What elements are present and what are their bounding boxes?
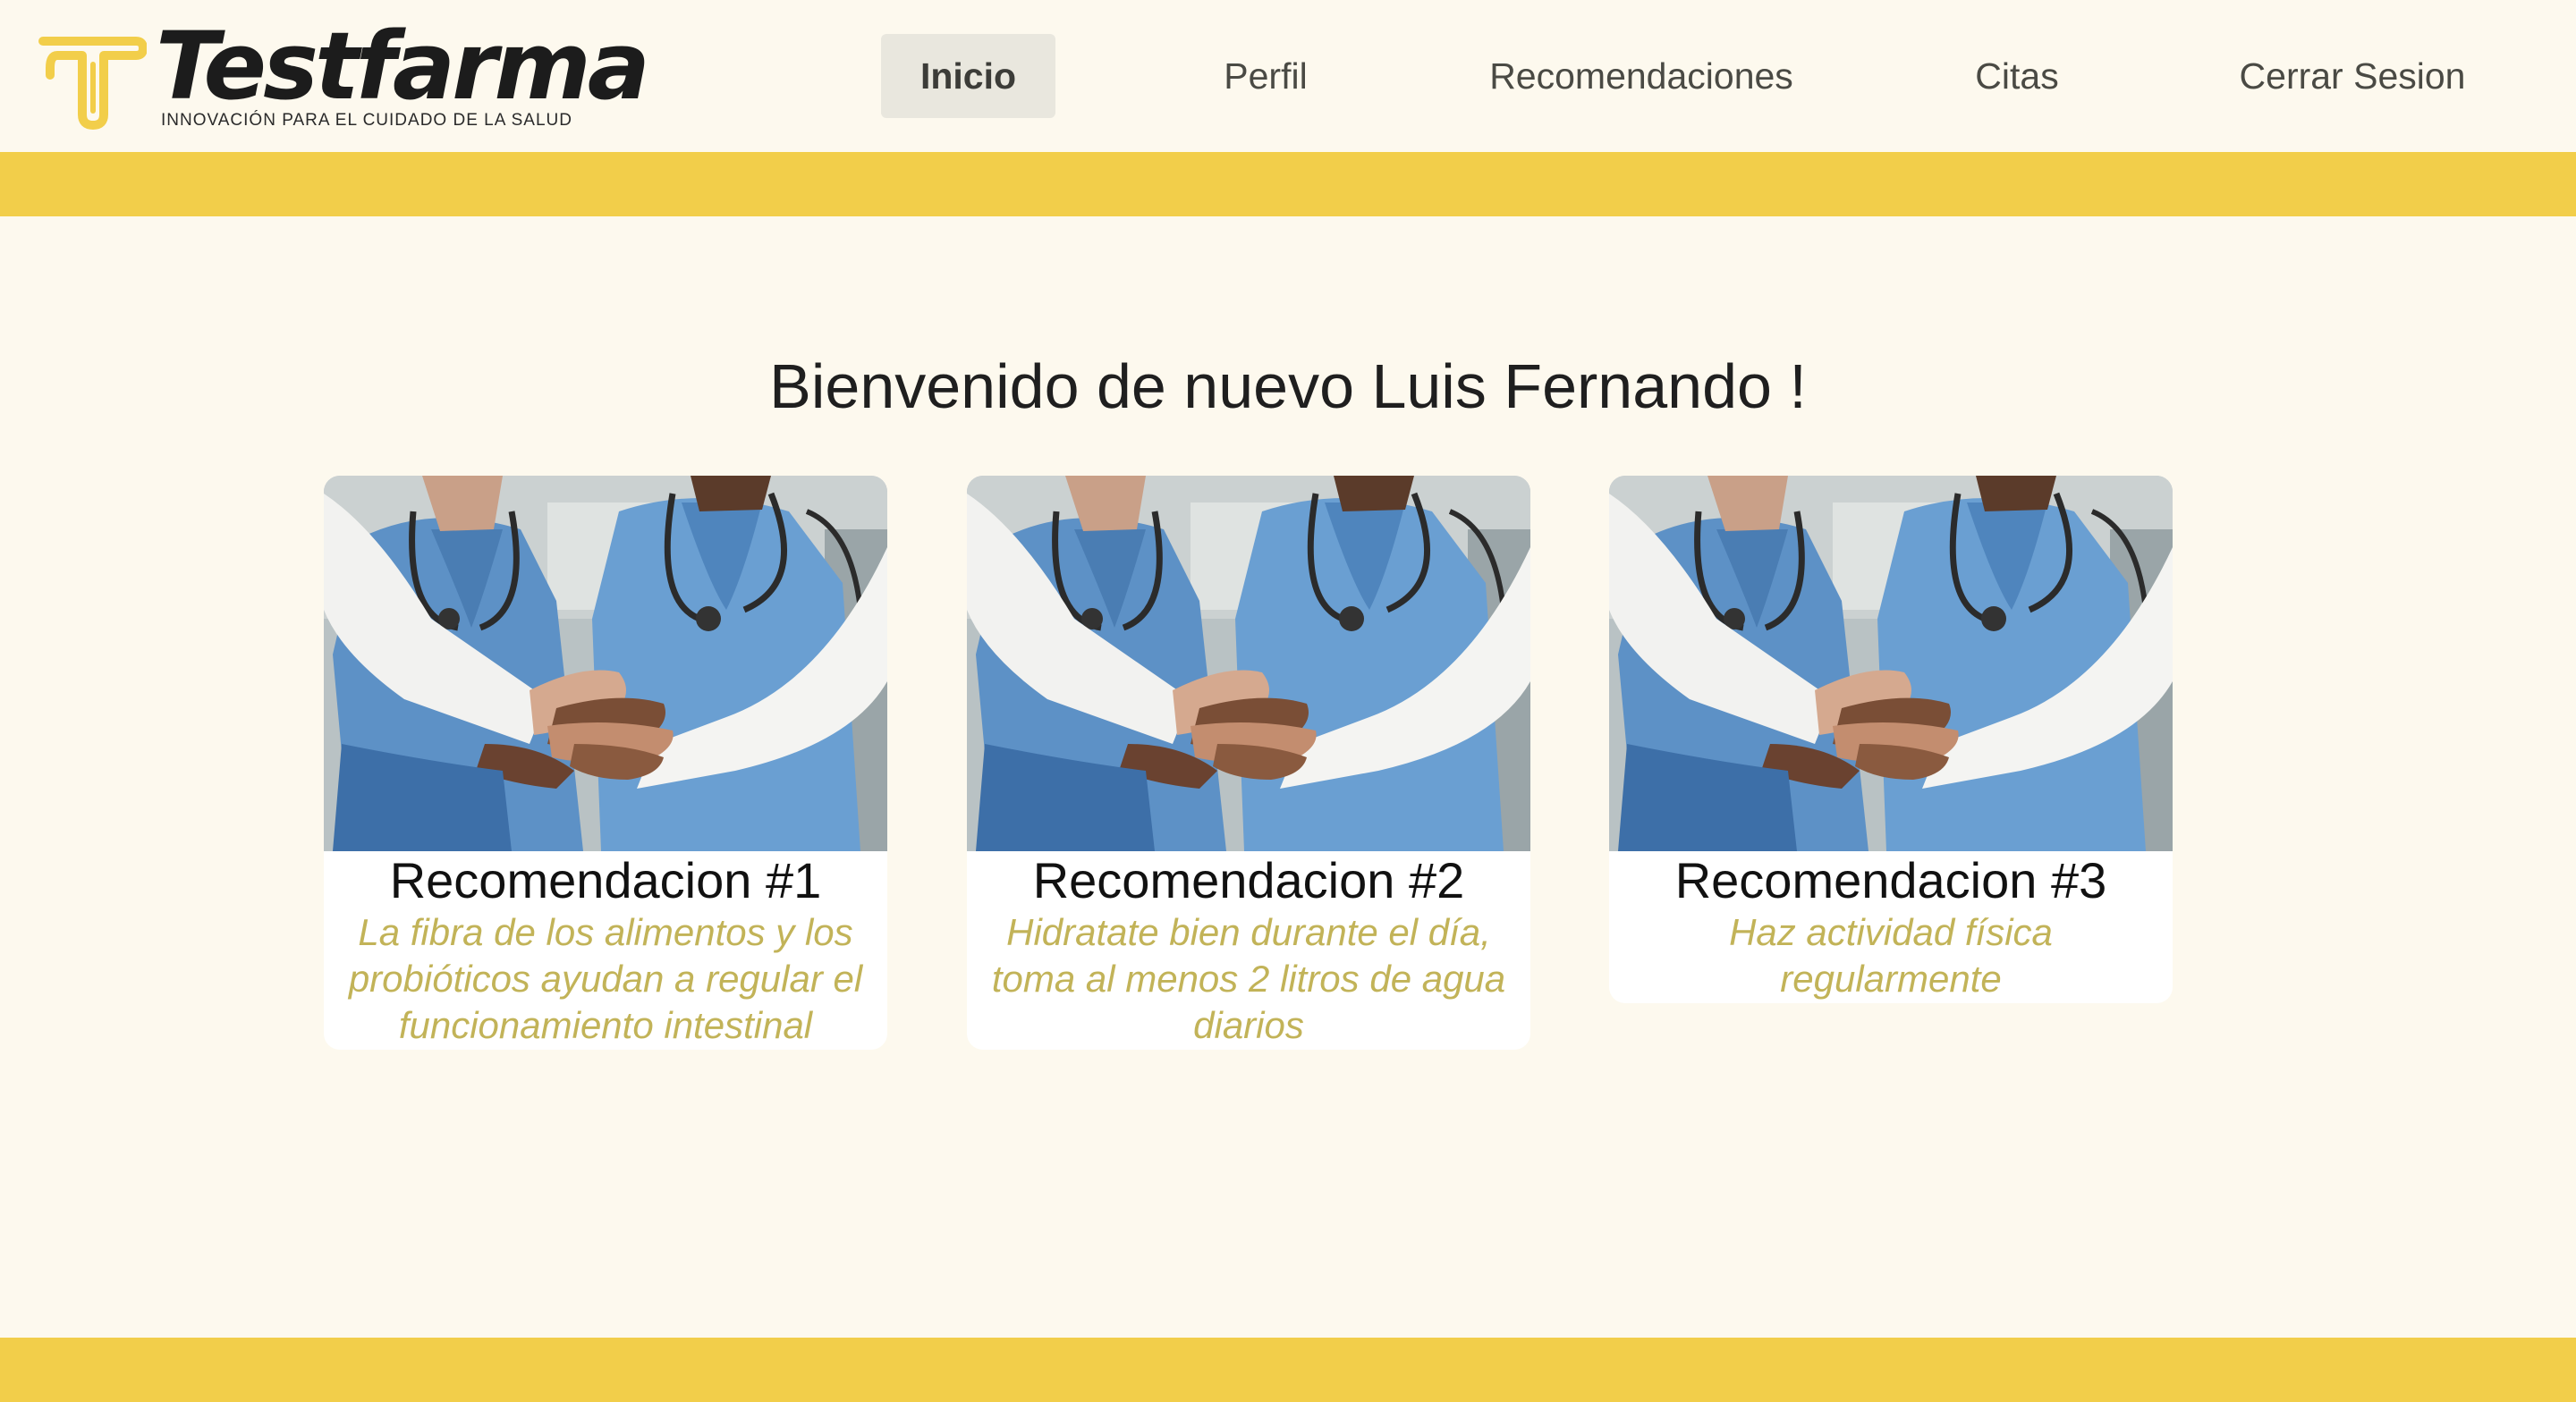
nav-item-cerrar-sesion[interactable]: Cerrar Sesion	[2218, 34, 2487, 118]
doctors-team-image	[324, 476, 887, 851]
card-title: Recomendacion #2	[1032, 852, 1465, 908]
card-text: Hidratate bien durante el día, toma al m…	[991, 910, 1506, 1046]
nav-item-recomendaciones[interactable]: Recomendaciones	[1467, 34, 1816, 118]
nav-item-inicio[interactable]: Inicio	[881, 34, 1055, 118]
nav-item-perfil[interactable]: Perfil	[1190, 34, 1342, 118]
card-title: Recomendacion #3	[1674, 852, 2107, 908]
nav-item-citas[interactable]: Citas	[1941, 34, 2093, 118]
accent-band-bottom	[0, 1338, 2576, 1402]
card-text: Haz actividad física regularmente	[1729, 910, 2053, 1000]
card-title: Recomendacion #1	[389, 852, 822, 908]
welcome-heading: Bienvenido de nuevo Luis Fernando !	[769, 351, 1807, 421]
doctors-team-image	[967, 476, 1530, 851]
doctors-team-image	[1609, 476, 2173, 851]
recommendation-card-1[interactable]: Recomendacion #1 La fibra de los aliment…	[324, 476, 887, 1050]
main-nav: Inicio Perfil Recomendaciones Citas Cerr…	[0, 34, 2576, 118]
card-text: La fibra de los alimentos y los probióti…	[348, 910, 863, 1046]
accent-band-top	[0, 152, 2576, 216]
header: Testfarma INNOVACIÓN PARA EL CUIDADO DE …	[0, 0, 2576, 152]
recommendation-card-2[interactable]: Recomendacion #2 Hidratate bien durante …	[967, 476, 1530, 1050]
recommendation-card-3[interactable]: Recomendacion #3 Haz actividad física re…	[1609, 476, 2173, 1003]
